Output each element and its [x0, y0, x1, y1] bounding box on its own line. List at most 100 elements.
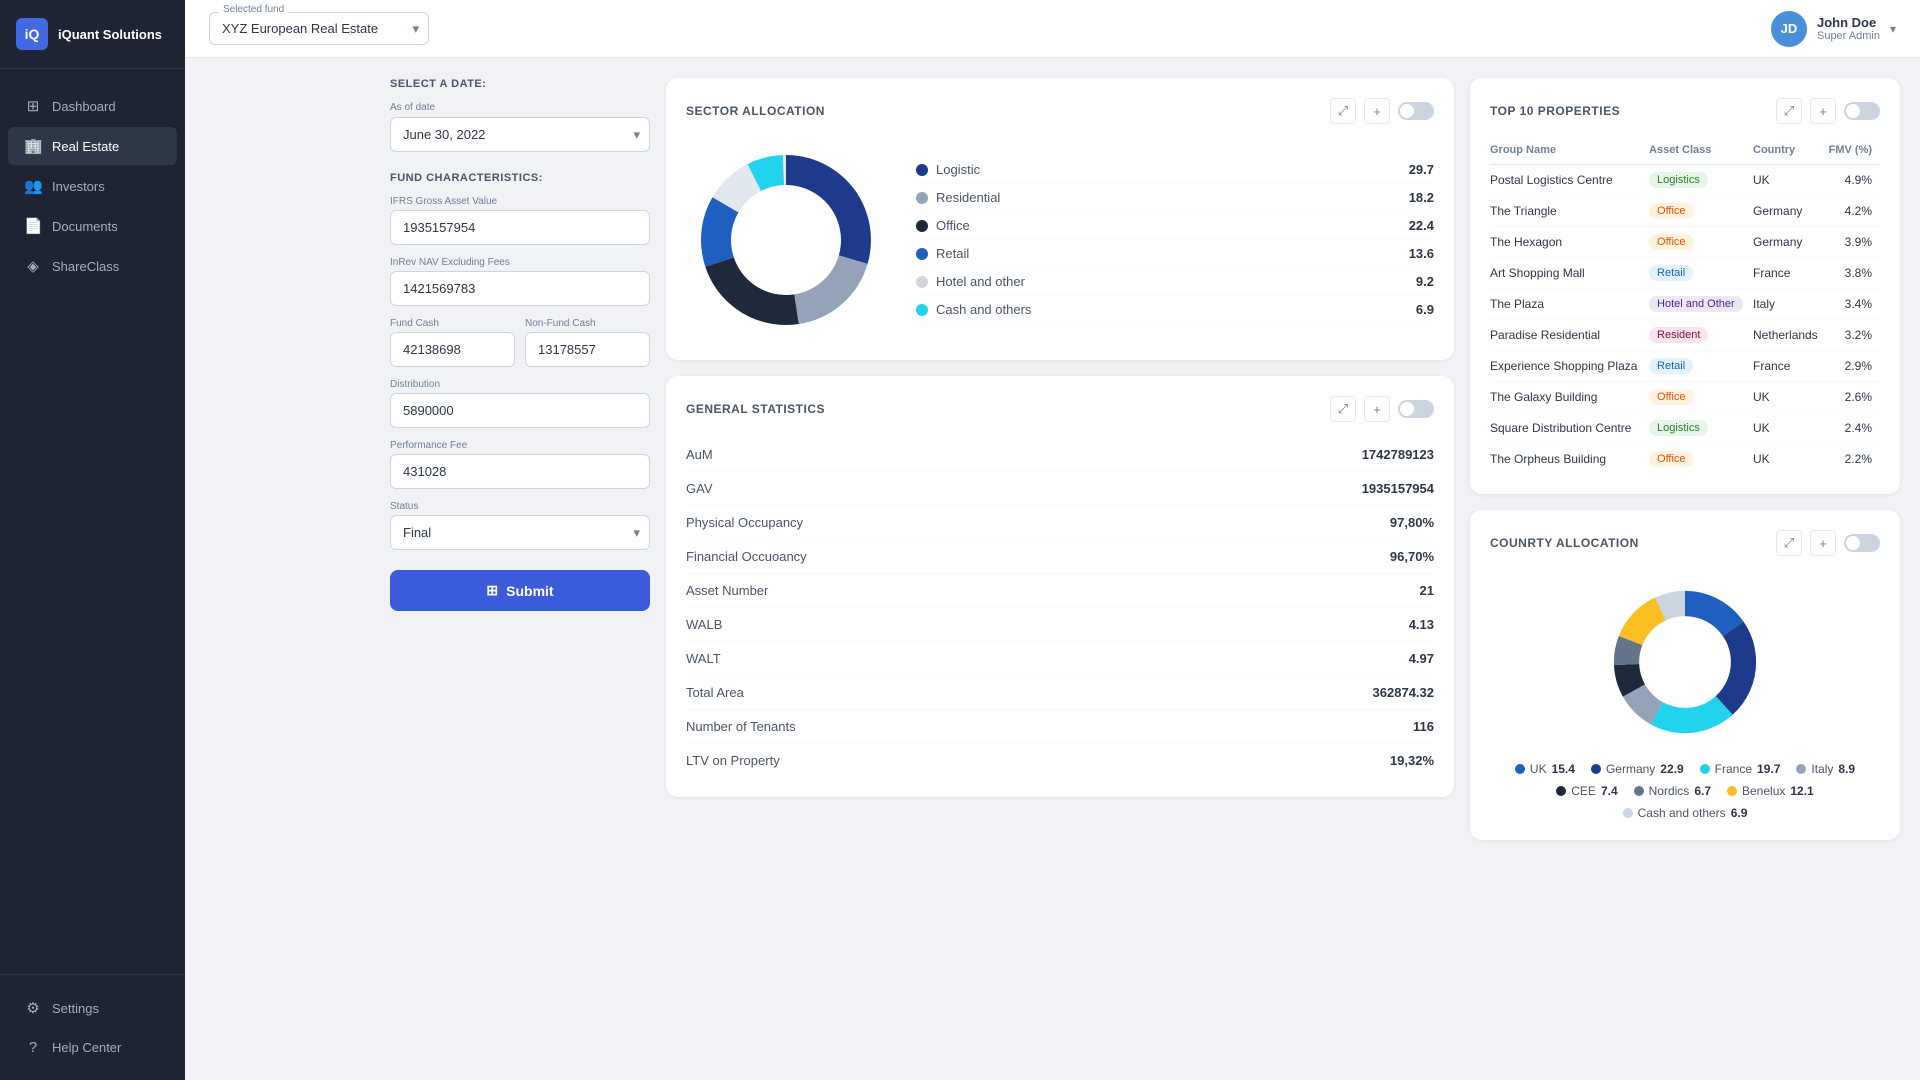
stats-toggle[interactable]	[1398, 400, 1434, 418]
country-expand-button[interactable]: ⤢	[1776, 530, 1802, 556]
sidebar-item-help[interactable]: ? Help Center	[8, 1029, 177, 1066]
property-country: France	[1753, 351, 1827, 382]
sidebar-item-dashboard[interactable]: ⊞ Dashboard	[8, 87, 177, 125]
submit-icon: ⊞	[486, 582, 498, 599]
performance-fee-label: Performance Fee	[390, 440, 650, 451]
status-dropdown[interactable]: Final	[390, 515, 650, 550]
inrev-field-group: InRev NAV Excluding Fees	[390, 257, 650, 306]
property-name: Square Distribution Centre	[1490, 413, 1649, 444]
top10-title: TOP 10 PROPERTIES	[1490, 104, 1620, 118]
property-asset-class: Retail	[1649, 351, 1753, 382]
fund-selector[interactable]: Selected fund XYZ European Real Estate	[209, 12, 429, 45]
legend-retail: Retail 13.6	[916, 240, 1434, 268]
country-allocation-header: COUNRTY ALLOCATION ⤢ +	[1490, 530, 1880, 556]
stats-card-actions: ⤢ +	[1330, 396, 1434, 422]
sector-expand-button[interactable]: ⤢	[1330, 98, 1356, 124]
stats-expand-button[interactable]: ⤢	[1330, 396, 1356, 422]
top10-properties-card: TOP 10 PROPERTIES ⤢ + Group Name Asset C…	[1470, 78, 1900, 494]
property-fmv: 4.9%	[1827, 165, 1880, 196]
property-fmv: 2.9%	[1827, 351, 1880, 382]
top10-add-button[interactable]: +	[1810, 98, 1836, 124]
country-donut-chart	[1490, 572, 1880, 752]
country-legend-france: France 19.7	[1700, 762, 1781, 776]
property-country: Italy	[1753, 289, 1827, 320]
performance-fee-group: Performance Fee	[390, 440, 650, 489]
distribution-label: Distribution	[390, 379, 650, 390]
main-nav: ⊞ Dashboard 🏢 Real Estate 👥 Investors 📄 …	[0, 69, 185, 974]
stats-add-button[interactable]: +	[1364, 396, 1390, 422]
shareclass-icon: ◈	[24, 257, 42, 275]
col-group-name: Group Name	[1490, 140, 1649, 165]
legend-cash: Cash and others 6.9	[916, 296, 1434, 324]
property-asset-class: Office	[1649, 227, 1753, 258]
country-legend-germany: Germany 22.9	[1591, 762, 1684, 776]
sidebar-item-real-estate-label: Real Estate	[52, 139, 119, 154]
property-fmv: 3.2%	[1827, 320, 1880, 351]
general-stats-card: GENERAL STATISTICS ⤢ + AuM 1742789123 GA…	[666, 376, 1454, 797]
table-row: The Orpheus Building Office UK 2.2%	[1490, 444, 1880, 475]
dashboard-icon: ⊞	[24, 97, 42, 115]
country-legend-uk: UK 15.4	[1515, 762, 1575, 776]
country-legend-italy: Italy 8.9	[1796, 762, 1855, 776]
logo-icon: iQ	[16, 18, 48, 50]
settings-icon: ⚙	[24, 999, 42, 1017]
sector-add-button[interactable]: +	[1364, 98, 1390, 124]
sidebar-bottom: ⚙ Settings ? Help Center	[0, 974, 185, 1080]
sidebar-item-real-estate[interactable]: 🏢 Real Estate	[8, 127, 177, 165]
sidebar-item-settings[interactable]: ⚙ Settings	[8, 989, 177, 1027]
fund-cash-input[interactable]	[390, 332, 515, 367]
sector-legend: Logistic 29.7 Residential 18.2 Office 22…	[916, 156, 1434, 324]
sector-allocation-card: SECTOR ALLOCATION ⤢ +	[666, 78, 1454, 360]
table-row: The Triangle Office Germany 4.2%	[1490, 196, 1880, 227]
property-fmv: 2.2%	[1827, 444, 1880, 475]
sidebar-item-shareclass[interactable]: ◈ ShareClass	[8, 247, 177, 285]
property-asset-class: Office	[1649, 382, 1753, 413]
user-details: John Doe Super Admin	[1817, 15, 1880, 42]
sidebar-item-help-label: Help Center	[52, 1040, 121, 1055]
status-group: Status Final	[390, 501, 650, 550]
date-selector[interactable]: June 30, 2022	[390, 117, 650, 152]
sidebar-item-documents[interactable]: 📄 Documents	[8, 207, 177, 245]
non-fund-cash-input[interactable]	[525, 332, 650, 367]
sidebar: iQ iQuant Solutions ⊞ Dashboard 🏢 Real E…	[0, 0, 185, 1080]
property-name: The Orpheus Building	[1490, 444, 1649, 475]
date-dropdown[interactable]: June 30, 2022	[390, 117, 650, 152]
country-toggle[interactable]	[1844, 534, 1880, 552]
inrev-input[interactable]	[390, 271, 650, 306]
sidebar-item-investors[interactable]: 👥 Investors	[8, 167, 177, 205]
top10-header: TOP 10 PROPERTIES ⤢ +	[1490, 98, 1880, 124]
top10-expand-button[interactable]: ⤢	[1776, 98, 1802, 124]
property-name: Postal Logistics Centre	[1490, 165, 1649, 196]
property-country: UK	[1753, 165, 1827, 196]
sector-card-actions: ⤢ +	[1330, 98, 1434, 124]
logo: iQ iQuant Solutions	[0, 0, 185, 69]
col-fmv: FMV (%)	[1827, 140, 1880, 165]
status-selector[interactable]: Final	[390, 515, 650, 550]
distribution-input[interactable]	[390, 393, 650, 428]
main-content: SELECT A DATE: As of date June 30, 2022 …	[370, 58, 1920, 1080]
property-fmv: 2.4%	[1827, 413, 1880, 444]
sector-toggle[interactable]	[1398, 102, 1434, 120]
stats-row-ltv: LTV on Property 19,32%	[686, 744, 1434, 777]
property-country: UK	[1753, 444, 1827, 475]
avatar: JD	[1771, 11, 1807, 47]
submit-label: Submit	[506, 583, 553, 599]
sidebar-item-shareclass-label: ShareClass	[52, 259, 119, 274]
top10-toggle[interactable]	[1844, 102, 1880, 120]
property-asset-class: Resident	[1649, 320, 1753, 351]
legend-residential: Residential 18.2	[916, 184, 1434, 212]
fund-cash-group: Fund Cash	[390, 318, 515, 367]
country-add-button[interactable]: +	[1810, 530, 1836, 556]
stats-row-physical: Physical Occupancy 97,80%	[686, 506, 1434, 540]
table-row: Postal Logistics Centre Logistics UK 4.9…	[1490, 165, 1880, 196]
performance-fee-input[interactable]	[390, 454, 650, 489]
fund-dropdown[interactable]: XYZ European Real Estate	[209, 12, 429, 45]
col-country: Country	[1753, 140, 1827, 165]
user-menu[interactable]: JD John Doe Super Admin ▾	[1771, 11, 1896, 47]
property-asset-class: Logistics	[1649, 413, 1753, 444]
ifrs-input[interactable]	[390, 210, 650, 245]
property-fmv: 2.6%	[1827, 382, 1880, 413]
table-row: Experience Shopping Plaza Retail France …	[1490, 351, 1880, 382]
logo-text: iQuant Solutions	[58, 27, 162, 42]
submit-button[interactable]: ⊞ Submit	[390, 570, 650, 611]
